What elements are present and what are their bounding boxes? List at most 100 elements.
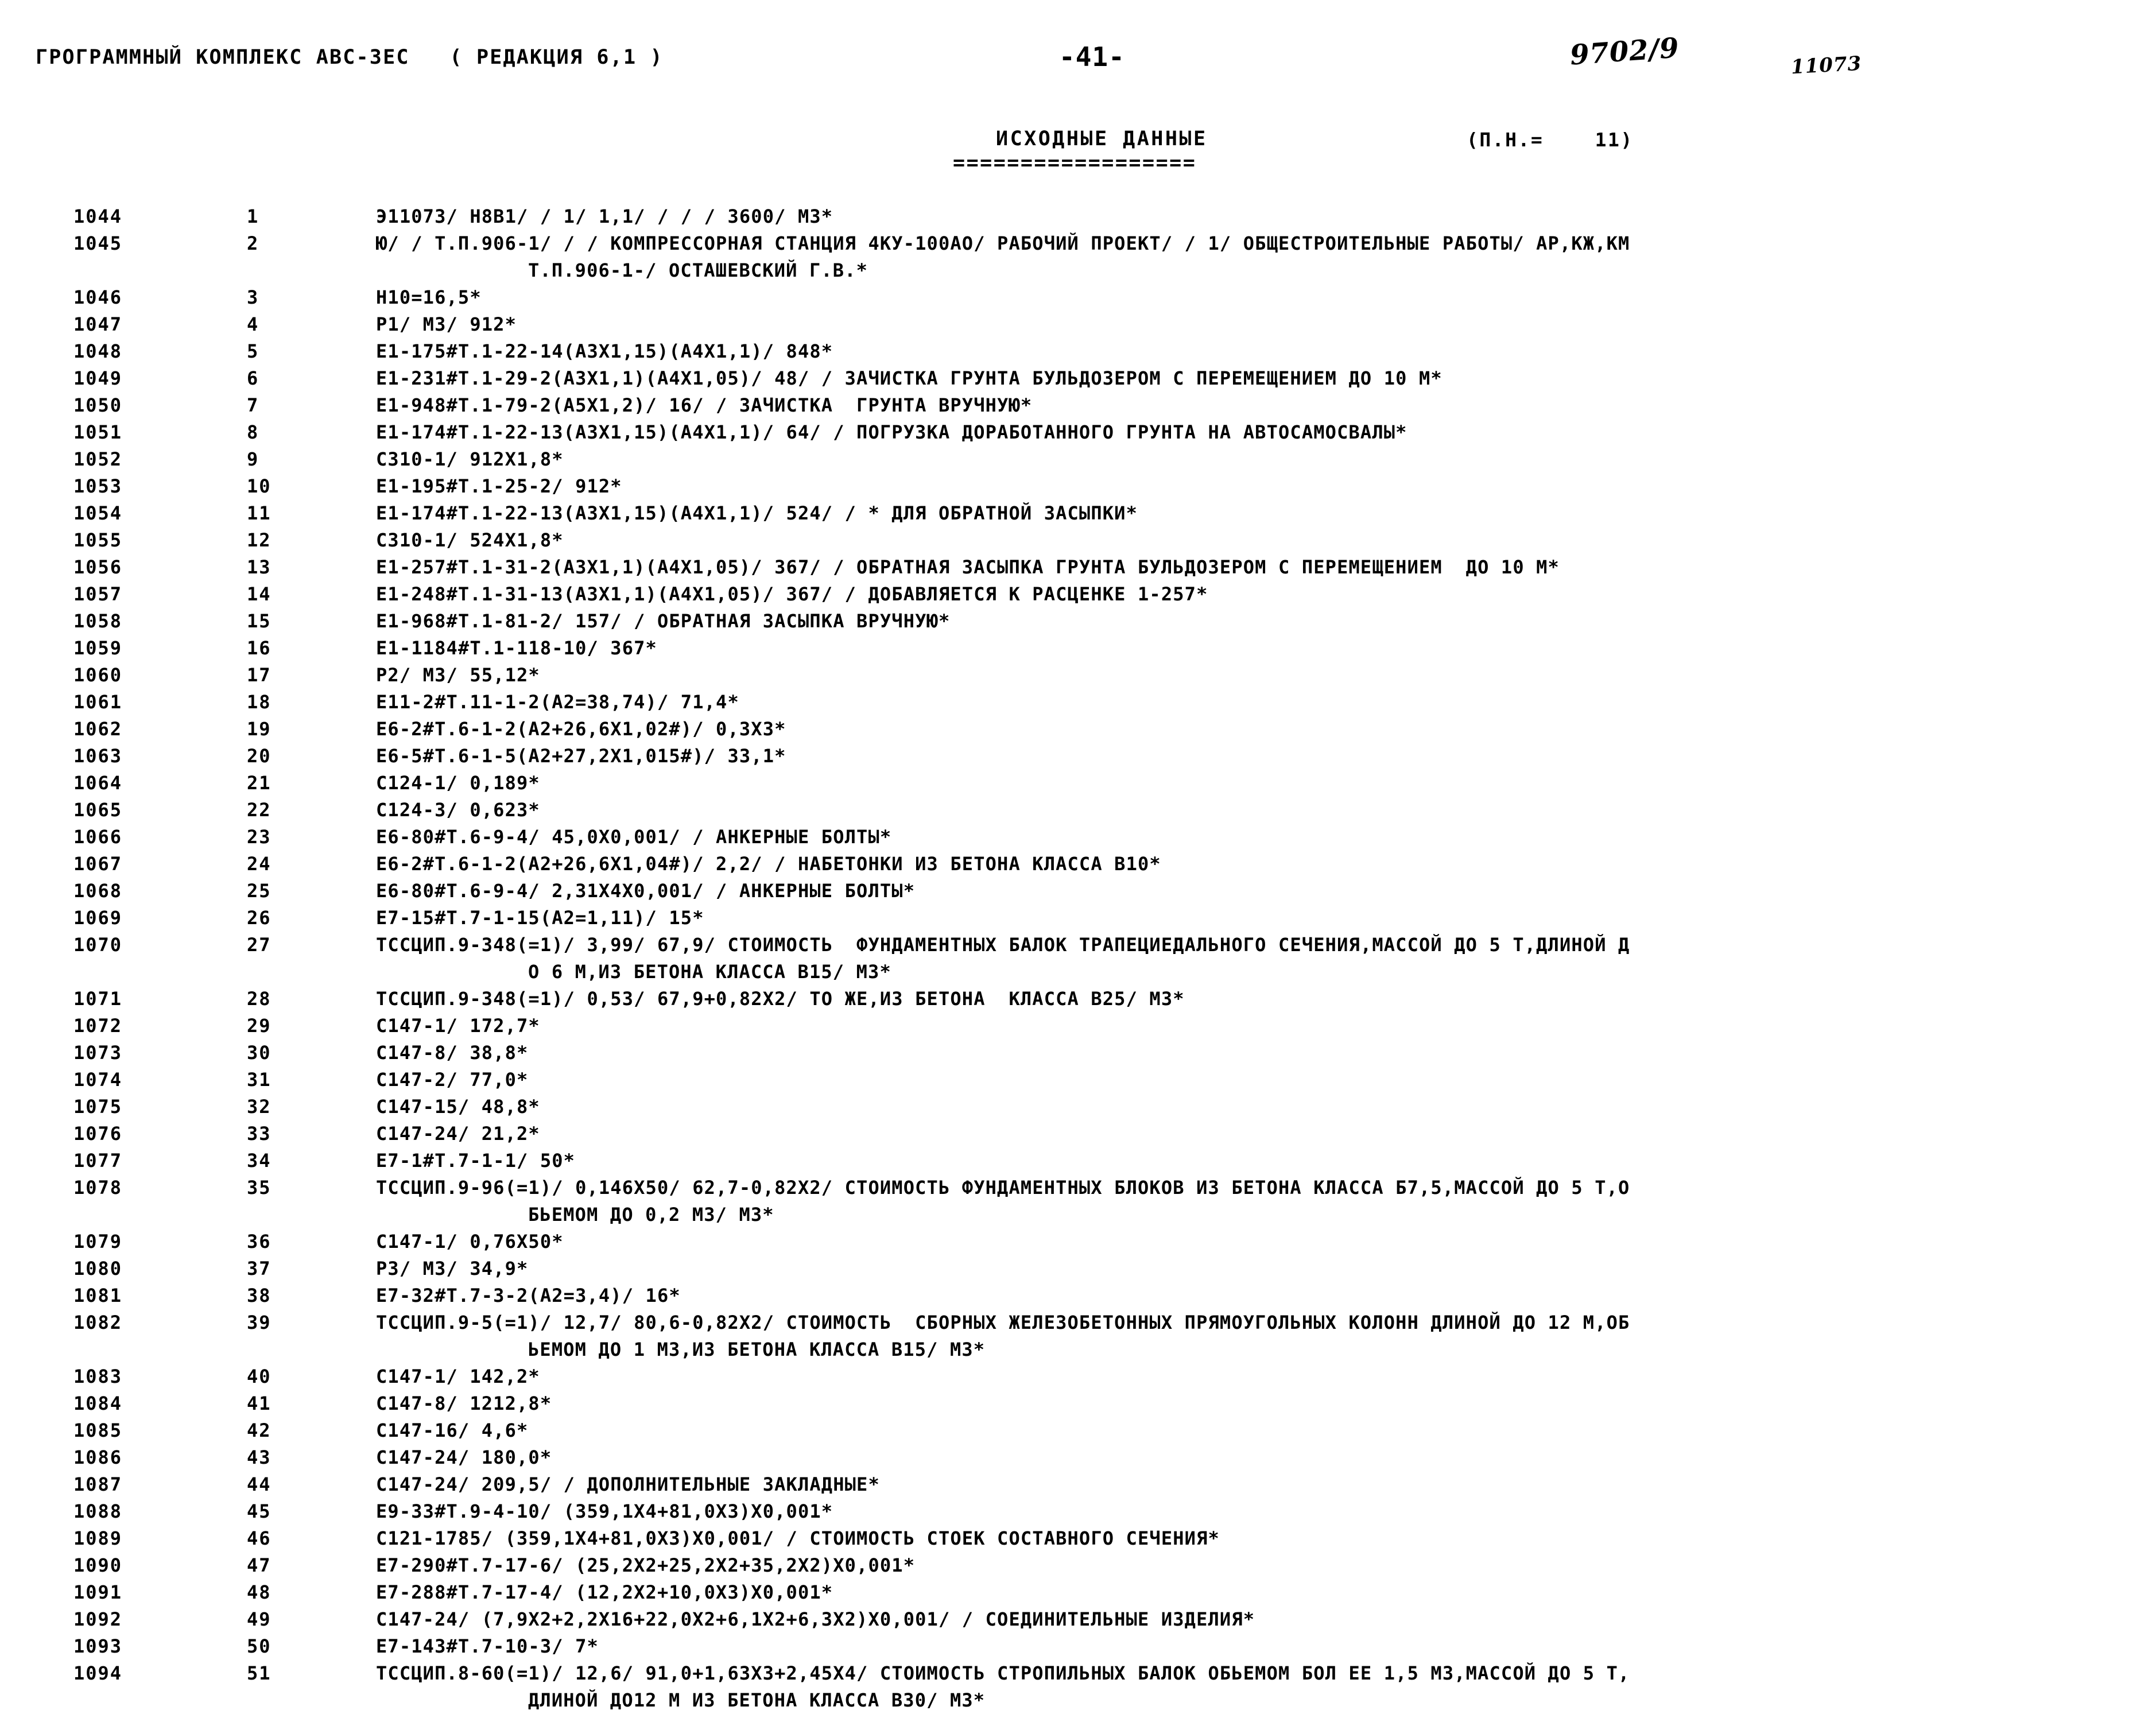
page-number: -41- xyxy=(1059,41,1125,72)
row-code-text: Е1-174#Т.1-22-13(А3Х1,15)(А4Х1,1)/ 524/ … xyxy=(376,502,1138,524)
row-line-number: 1049 xyxy=(73,367,123,389)
row-line-number: 1063 xyxy=(73,745,123,767)
row-code-text: Н10=16,5* xyxy=(376,286,482,308)
listing-row: 1093 50 Е7-143#Т.7-10-3/ 7* xyxy=(0,1635,2156,1662)
row-line-number: 1068 xyxy=(73,880,123,902)
listing-row: 1078 35 ТССЦИП.9-96(=1)/ 0,146Х50/ 62,7-0,… xyxy=(0,1177,2156,1204)
row-line-number: 1054 xyxy=(73,502,123,524)
row-code-text: Е7-15#Т.7-1-15(А2=1,11)/ 15* xyxy=(376,907,704,929)
row-code-text: С310-1/ 912Х1,8* xyxy=(376,448,564,470)
row-sequence-number: 25 xyxy=(247,880,272,902)
row-sequence-number: 14 xyxy=(247,583,272,605)
listing-row: 1044 1 Э11073/ Н8В1/ / 1/ 1,1/ / / / 3600/… xyxy=(0,205,2156,232)
title-parameter-label: (П.Н.= 11) xyxy=(1467,129,1634,151)
row-line-number: 1091 xyxy=(73,1581,123,1603)
row-code-text: С147-15/ 48,8* xyxy=(376,1096,540,1118)
row-line-number: 1089 xyxy=(73,1527,123,1549)
row-sequence-number: 21 xyxy=(247,772,272,794)
row-code-text: Е11-2#Т.11-1-2(А2=38,74)/ 71,4* xyxy=(376,691,739,713)
row-code-text: ТССЦИП.9-5(=1)/ 12,7/ 80,6-0,82Х2/ СТОИМ… xyxy=(376,1312,1630,1333)
row-code-text: О 6 М,ИЗ БЕТОНА КЛАССА В15/ М3* xyxy=(528,961,891,983)
listing-row: 1087 44 С147-24/ 209,5/ / ДОПОЛНИТЕЛЬНЫЕ З… xyxy=(0,1473,2156,1500)
row-line-number: 1088 xyxy=(73,1500,123,1522)
row-code-text: БЬЕМОМ ДО 0,2 М3/ М3* xyxy=(528,1204,774,1225)
program-title: ГРОГРАММНЫЙ КОМПЛЕКС АВС-3ЕС ( РЕДАКЦИЯ … xyxy=(36,46,664,69)
row-line-number: 1086 xyxy=(73,1446,123,1468)
row-code-text: Е7-288#Т.7-17-4/ (12,2Х2+10,0Х3)Х0,001* xyxy=(376,1581,833,1603)
row-line-number: 1045 xyxy=(73,232,123,254)
row-code-text: Е7-32#Т.7-3-2(А2=3,4)/ 16* xyxy=(376,1285,681,1306)
row-line-number: 1092 xyxy=(73,1608,123,1630)
listing-row: 1076 33 С147-24/ 21,2* xyxy=(0,1123,2156,1150)
listing-row: 1080 37 Р3/ М3/ 34,9* xyxy=(0,1258,2156,1285)
listing-row: 1084 41 С147-8/ 1212,8* xyxy=(0,1393,2156,1420)
row-sequence-number: 11 xyxy=(247,502,272,524)
row-sequence-number: 24 xyxy=(247,853,272,875)
listing-row: 1073 30 С147-8/ 38,8* xyxy=(0,1042,2156,1069)
row-sequence-number: 36 xyxy=(247,1231,272,1252)
row-line-number: 1067 xyxy=(73,853,123,875)
listing-row: 1094 51 ТССЦИП.8-60(=1)/ 12,6/ 91,0+1,63Х3… xyxy=(0,1662,2156,1689)
row-line-number: 1050 xyxy=(73,394,123,416)
row-sequence-number: 50 xyxy=(247,1635,272,1657)
listing-continuation-row: ДЛИНОЙ ДО12 М ИЗ БЕТОНА КЛАССА В30/ М3* xyxy=(0,1689,2156,1716)
row-code-text: С124-3/ 0,623* xyxy=(376,799,540,821)
row-code-text: С147-24/ (7,9Х2+2,2Х16+22,0Х2+6,1Х2+6,3Х… xyxy=(376,1608,1255,1630)
row-sequence-number: 37 xyxy=(247,1258,272,1279)
row-line-number: 1087 xyxy=(73,1473,123,1495)
row-sequence-number: 45 xyxy=(247,1500,272,1522)
listing-row: 1072 29 С147-1/ 172,7* xyxy=(0,1015,2156,1042)
listing-row: 1051 8 Е1-174#Т.1-22-13(А3Х1,15)(А4Х1,1)/ … xyxy=(0,421,2156,448)
row-sequence-number: 2 xyxy=(247,232,259,254)
row-sequence-number: 9 xyxy=(247,448,259,470)
row-line-number: 1064 xyxy=(73,772,123,794)
row-line-number: 1071 xyxy=(73,988,123,1010)
listing-row: 1058 15 Е1-968#Т.1-81-2/ 157/ / ОБРАТНАЯ З… xyxy=(0,610,2156,637)
row-code-text: ТССЦИП.9-348(=1)/ 0,53/ 67,9+0,82Х2/ ТО … xyxy=(376,988,1185,1010)
row-sequence-number: 51 xyxy=(247,1662,272,1684)
row-code-text: С147-24/ 209,5/ / ДОПОЛНИТЕЛЬНЫЕ ЗАКЛАДН… xyxy=(376,1473,880,1495)
row-line-number: 1053 xyxy=(73,475,123,497)
row-line-number: 1059 xyxy=(73,637,123,659)
listing-row: 1085 42 С147-16/ 4,6* xyxy=(0,1420,2156,1446)
row-sequence-number: 22 xyxy=(247,799,272,821)
listing-row: 1090 47 Е7-290#Т.7-17-6/ (25,2Х2+25,2Х2+35… xyxy=(0,1554,2156,1581)
row-sequence-number: 4 xyxy=(247,313,259,335)
row-code-text: С147-8/ 1212,8* xyxy=(376,1393,552,1414)
listing-row: 1075 32 С147-15/ 48,8* xyxy=(0,1096,2156,1123)
document-page: ГРОГРАММНЫЙ КОМПЛЕКС АВС-3ЕС ( РЕДАКЦИЯ … xyxy=(0,0,2156,1722)
row-line-number: 1062 xyxy=(73,718,123,740)
listing-row: 1062 19 Е6-2#Т.6-1-2(А2+26,6Х1,02#)/ 0,3Х3… xyxy=(0,718,2156,745)
row-sequence-number: 31 xyxy=(247,1069,272,1091)
listing-row: 1081 38 Е7-32#Т.7-3-2(А2=3,4)/ 16* xyxy=(0,1285,2156,1312)
listing-row: 1068 25 Е6-80#Т.6-9-4/ 2,31Х4Х0,001/ / АНК… xyxy=(0,880,2156,907)
row-line-number: 1082 xyxy=(73,1312,123,1333)
row-line-number: 1093 xyxy=(73,1635,123,1657)
row-sequence-number: 12 xyxy=(247,529,272,551)
row-sequence-number: 13 xyxy=(247,556,272,578)
row-sequence-number: 48 xyxy=(247,1581,272,1603)
listing-row: 1077 34 Е7-1#Т.7-1-1/ 50* xyxy=(0,1150,2156,1177)
row-line-number: 1058 xyxy=(73,610,123,632)
row-sequence-number: 32 xyxy=(247,1096,272,1118)
row-sequence-number: 7 xyxy=(247,394,259,416)
row-sequence-number: 3 xyxy=(247,286,259,308)
row-sequence-number: 15 xyxy=(247,610,272,632)
row-sequence-number: 27 xyxy=(247,934,272,956)
listing-row: 1060 17 Р2/ М3/ 55,12* xyxy=(0,664,2156,691)
row-code-text: ЬЕМОМ ДО 1 М3,ИЗ БЕТОНА КЛАССА В15/ М3* xyxy=(528,1339,986,1360)
row-sequence-number: 20 xyxy=(247,745,272,767)
row-line-number: 1069 xyxy=(73,907,123,929)
row-code-text: Е6-80#Т.6-9-4/ 45,0Х0,001/ / АНКЕРНЫЕ БО… xyxy=(376,826,892,848)
handwritten-stamp-number: 9702/9 xyxy=(1569,32,1681,72)
row-code-text: С121-1785/ (359,1Х4+81,0Х3)Х0,001/ / СТО… xyxy=(376,1527,1220,1549)
listing-continuation-row: Т.П.906-1-/ ОСТАШЕВСКИЙ Г.В.* xyxy=(0,259,2156,286)
listing-row: 1052 9 С310-1/ 912Х1,8* xyxy=(0,448,2156,475)
row-sequence-number: 29 xyxy=(247,1015,272,1037)
handwritten-stamp-code: 11073 xyxy=(1790,52,1863,79)
row-line-number: 1057 xyxy=(73,583,123,605)
row-line-number: 1080 xyxy=(73,1258,123,1279)
listing-row: 1088 45 Е9-33#Т.9-4-10/ (359,1Х4+81,0Х3)Х0… xyxy=(0,1500,2156,1527)
row-sequence-number: 42 xyxy=(247,1420,272,1441)
row-line-number: 1073 xyxy=(73,1042,123,1064)
